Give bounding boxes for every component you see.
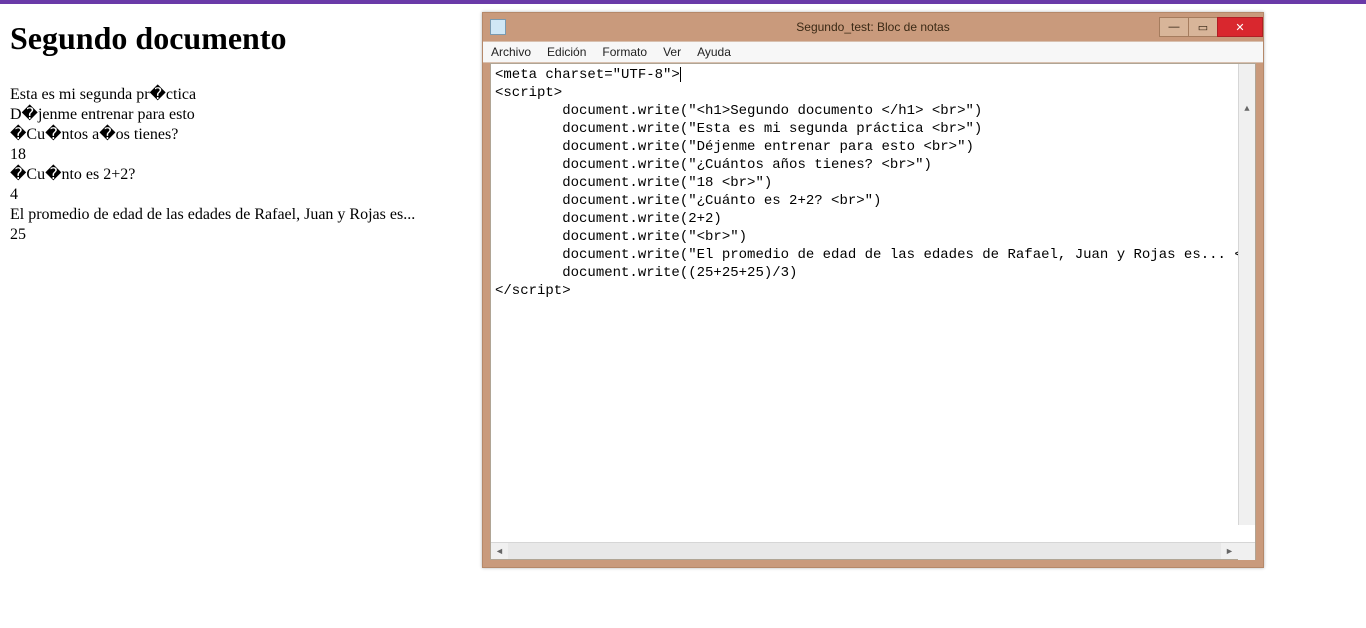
output-line: 18 bbox=[10, 145, 460, 165]
code-line: document.write("18 <br>") bbox=[495, 175, 772, 191]
code-line: document.write((25+25+25)/3) bbox=[495, 265, 797, 281]
window-title: Segundo_test: Bloc de notas bbox=[483, 20, 1263, 34]
code-line: document.write("¿Cuánto es 2+2? <br>") bbox=[495, 193, 881, 209]
page-heading: Segundo documento bbox=[10, 20, 460, 57]
close-button[interactable]: ✕ bbox=[1217, 17, 1263, 37]
notepad-window: Segundo_test: Bloc de notas — ▭ ✕ Archiv… bbox=[482, 12, 1264, 568]
code-line: document.write("<h1>Segundo documento </… bbox=[495, 103, 982, 119]
output-line: D�jenme entrenar para esto bbox=[10, 105, 460, 125]
code-line: <meta charset="UTF-8"> bbox=[495, 67, 680, 83]
scroll-up-icon[interactable]: ▲ bbox=[1239, 100, 1255, 117]
minimize-button[interactable]: — bbox=[1159, 17, 1189, 37]
vertical-scrollbar[interactable]: ▲ bbox=[1238, 64, 1255, 525]
browser-top-accent bbox=[0, 0, 1366, 4]
code-line: document.write("¿Cuántos años tienes? <b… bbox=[495, 157, 932, 173]
menu-edit[interactable]: Edición bbox=[539, 41, 594, 63]
editor-content[interactable]: <meta charset="UTF-8"> <script> document… bbox=[491, 64, 1255, 542]
output-line: Esta es mi segunda pr�ctica bbox=[10, 85, 460, 105]
editor-area: <meta charset="UTF-8"> <script> document… bbox=[490, 63, 1256, 560]
notepad-icon bbox=[490, 19, 506, 35]
code-line: <script> bbox=[495, 85, 562, 101]
code-line: document.write("Esta es mi segunda práct… bbox=[495, 121, 982, 137]
text-caret bbox=[680, 67, 681, 82]
scroll-left-icon[interactable]: ◄ bbox=[491, 546, 508, 556]
window-controls: — ▭ ✕ bbox=[1160, 17, 1263, 37]
menu-file[interactable]: Archivo bbox=[483, 41, 539, 63]
output-line: 25 bbox=[10, 225, 460, 245]
menu-format[interactable]: Formato bbox=[594, 41, 655, 63]
code-line: </script> bbox=[495, 283, 571, 299]
maximize-button[interactable]: ▭ bbox=[1188, 17, 1218, 37]
output-line: El promedio de edad de las edades de Raf… bbox=[10, 205, 460, 225]
code-line: document.write("Déjenme entrenar para es… bbox=[495, 139, 974, 155]
code-line: document.write("<br>") bbox=[495, 229, 747, 245]
code-line: document.write(2+2) bbox=[495, 211, 722, 227]
scroll-corner bbox=[1238, 543, 1255, 560]
horizontal-scrollbar[interactable]: ◄ ► bbox=[491, 542, 1255, 559]
menu-help[interactable]: Ayuda bbox=[689, 41, 739, 63]
scroll-right-icon[interactable]: ► bbox=[1221, 546, 1238, 556]
output-line: �Cu�ntos a�os tienes? bbox=[10, 125, 460, 145]
output-line: 4 bbox=[10, 185, 460, 205]
titlebar[interactable]: Segundo_test: Bloc de notas — ▭ ✕ bbox=[483, 13, 1263, 41]
output-line: �Cu�nto es 2+2? bbox=[10, 165, 460, 185]
scroll-track[interactable] bbox=[508, 543, 1221, 559]
menubar: Archivo Edición Formato Ver Ayuda bbox=[483, 41, 1263, 63]
browser-output-area: Segundo documento Esta es mi segunda pr�… bbox=[10, 20, 460, 245]
menu-view[interactable]: Ver bbox=[655, 41, 689, 63]
code-line: document.write("El promedio de edad de l… bbox=[495, 247, 1255, 263]
